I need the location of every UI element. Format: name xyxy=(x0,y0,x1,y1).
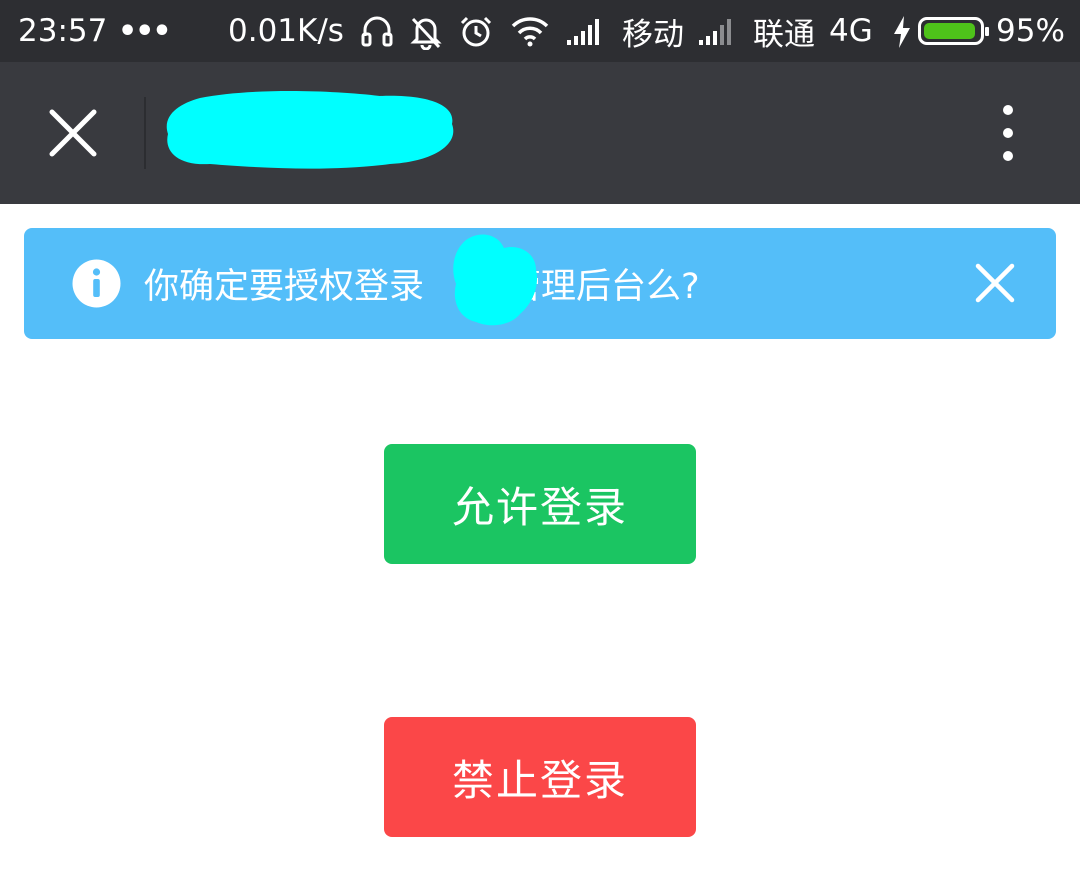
network-speed: 0.01K/s xyxy=(228,13,344,49)
alert-message-part-1: 你确定要授权登录 xyxy=(144,267,425,307)
allow-login-button[interactable]: 允许登录 xyxy=(384,444,696,564)
redacted-title xyxy=(166,91,454,169)
more-vertical-icon[interactable] xyxy=(988,98,1028,168)
battery-icon xyxy=(918,17,989,45)
close-icon[interactable] xyxy=(38,98,108,168)
close-icon[interactable] xyxy=(972,260,1018,306)
status-bar: 23:57 ••• 0.01K/s 移动 联通 4G 95% xyxy=(0,0,1080,62)
info-icon xyxy=(72,259,121,308)
muted-bell-icon xyxy=(410,17,442,50)
alert-message: 你确定要授权登录 管理后台么? xyxy=(144,228,700,339)
signal-icon xyxy=(567,19,599,45)
status-time: 23:57 xyxy=(18,13,108,49)
deny-login-button[interactable]: 禁止登录 xyxy=(384,717,696,837)
battery-percent: 95% xyxy=(996,13,1065,49)
headset-icon xyxy=(361,16,393,47)
carrier-2-label: 联通 xyxy=(753,16,815,53)
title-bar xyxy=(0,62,1080,204)
title-divider xyxy=(144,97,146,169)
wifi-icon xyxy=(511,17,549,47)
notification-dots: ••• xyxy=(118,13,172,49)
charging-icon xyxy=(894,16,910,48)
signal-icon xyxy=(699,19,731,45)
network-type: 4G xyxy=(829,13,873,49)
alarm-icon xyxy=(460,16,492,47)
redacted-blob xyxy=(453,234,538,326)
carrier-1-label: 移动 xyxy=(622,16,684,53)
authorization-alert: 你确定要授权登录 管理后台么? xyxy=(24,228,1056,339)
